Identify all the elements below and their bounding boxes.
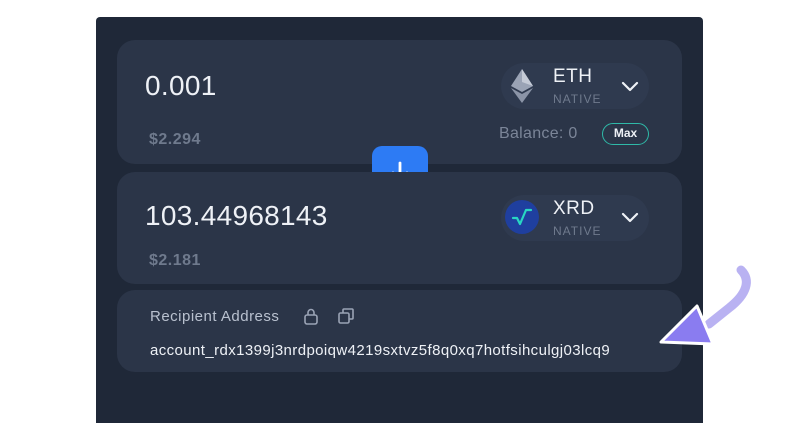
- to-fiat-value: $2.181: [149, 252, 201, 269]
- from-balance: Balance: 0: [499, 125, 578, 142]
- recipient-address-value[interactable]: account_rdx1399j3nrdpoiqw4219sxtvz5f8q0x…: [150, 342, 610, 359]
- max-button[interactable]: Max: [602, 123, 649, 145]
- recipient-card: [117, 290, 682, 372]
- to-token-tag: NATIVE: [553, 224, 602, 238]
- from-amount-input[interactable]: 0.001: [145, 70, 217, 102]
- to-token-symbol: XRD: [553, 198, 595, 219]
- radix-icon: [505, 200, 539, 234]
- from-token-tag: NATIVE: [553, 92, 602, 106]
- from-token-symbol: ETH: [553, 66, 593, 87]
- lock-icon[interactable]: [302, 307, 320, 325]
- copy-icon[interactable]: [337, 307, 355, 325]
- ethereum-icon: [505, 69, 539, 103]
- chevron-down-icon[interactable]: [620, 211, 640, 225]
- to-amount-value: 103.44968143: [145, 200, 328, 231]
- from-fiat-value: $2.294: [149, 131, 201, 148]
- pointer-arrow-icon: [659, 263, 754, 346]
- chevron-down-icon[interactable]: [620, 80, 640, 94]
- recipient-address-label: Recipient Address: [150, 308, 280, 325]
